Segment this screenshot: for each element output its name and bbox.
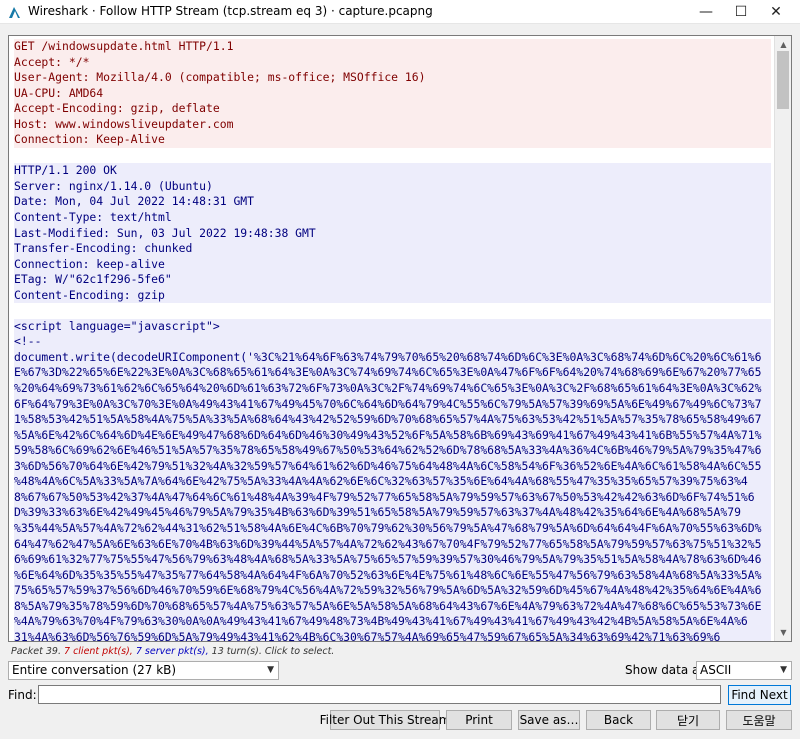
save-as-button[interactable]: Save as… (518, 710, 580, 730)
stream-line: Connection: keep-alive (14, 256, 771, 273)
chevron-down-icon: ▼ (780, 665, 787, 675)
show-data-select-value: ASCII (700, 663, 732, 677)
vertical-scrollbar[interactable]: ▲ ▼ (774, 36, 791, 641)
server-response-headers: HTTP/1.1 200 OK Server: nginx/1.14.0 (Ubu… (14, 163, 771, 304)
wireshark-fin-icon (9, 7, 20, 18)
stream-line: %5A%6E%42%6C%64%6D%4E%6E%49%47%68%6D%64%… (14, 427, 771, 444)
stream-line: ETag: W/"62c1f296-5fe6" (14, 272, 771, 288)
conversation-select[interactable]: Entire conversation (27 kB) ▼ (8, 661, 279, 680)
stream-line: Last-Modified: Sun, 03 Jul 2022 19:48:38… (14, 225, 771, 242)
stream-line: 1%58%53%42%51%5A%58%4A%75%5A%33%5A%68%64… (14, 412, 771, 428)
stream-line: 8%67%67%50%53%42%37%4A%47%64%6C%61%48%4A… (14, 489, 771, 506)
stream-line: 8%5A%79%35%78%59%6D%70%68%65%57%4A%75%63… (14, 598, 771, 615)
stream-line: HTTP/1.1 200 OK (14, 163, 771, 179)
close-icon: ✕ (770, 4, 782, 20)
stream-text-area[interactable]: GET /windowsupdate.html HTTP/1.1 Accept: … (8, 35, 792, 642)
close-window-button[interactable]: ✕ (757, 0, 795, 24)
stream-line: User-Agent: Mozilla/4.0 (compatible; ms-… (14, 70, 771, 86)
show-data-label: Show data as (625, 663, 706, 677)
stream-line: %48%4A%6C%5A%33%5A%7A%64%6E%42%75%5A%33%… (14, 474, 771, 490)
server-response-body: <script language="javascript"> <!-- docume… (14, 318, 771, 641)
stream-line: E%67%3D%22%65%6E%22%3E%0A%3C%68%65%61%64… (14, 365, 771, 382)
stream-line: Accept: */* (14, 54, 771, 71)
stream-line: %35%44%5A%57%4A%72%62%44%31%62%51%58%4A%… (14, 520, 771, 537)
turn-count: 13 turn(s). Click to select. (211, 646, 335, 657)
filter-out-stream-button[interactable]: Filter Out This Stream (320, 710, 450, 730)
stream-line: document.write(decodeURIComponent('%3C%2… (14, 349, 771, 366)
back-button[interactable]: Back (586, 710, 651, 730)
stream-line: 6F%64%79%3E%0A%3C%70%3E%0A%49%43%41%67%4… (14, 396, 771, 413)
client-request-block: GET /windowsupdate.html HTTP/1.1 Accept: … (14, 39, 771, 148)
stream-line: Connection: Keep-Alive (14, 132, 771, 148)
help-button[interactable]: 도움말 (726, 710, 792, 730)
stream-line: 64%47%62%47%5A%6E%63%6E%70%4B%63%6D%39%4… (14, 536, 771, 553)
stream-line: Transfer-Encoding: chunked (14, 241, 771, 257)
minimize-button[interactable]: — (687, 0, 725, 24)
stream-line: 59%58%6C%69%62%6E%46%51%5A%57%35%78%65%5… (14, 443, 771, 459)
print-button[interactable]: Print (446, 710, 512, 730)
stream-line: Server: nginx/1.14.0 (Ubuntu) (14, 178, 771, 195)
maximize-icon: ☐ (734, 4, 748, 20)
show-data-select[interactable]: ASCII ▼ (696, 661, 792, 680)
stream-line: Content-Type: text/html (14, 210, 771, 226)
stream-line: Date: Mon, 04 Jul 2022 14:48:31 GMT (14, 194, 771, 211)
find-label: Find: (8, 688, 37, 702)
stream-line: Content-Encoding: gzip (14, 287, 771, 304)
stream-line: UA-CPU: AMD64 (14, 85, 771, 102)
server-packet-count: 7 server pkt(s), (135, 646, 212, 657)
scrollbar-thumb[interactable] (777, 51, 789, 109)
find-input[interactable] (38, 685, 721, 704)
stream-line: GET /windowsupdate.html HTTP/1.1 (14, 39, 771, 55)
conversation-select-value: Entire conversation (27 kB) (12, 663, 177, 677)
scroll-down-arrow-icon[interactable]: ▼ (775, 624, 791, 641)
client-packet-count: 7 client pkt(s), (64, 646, 136, 657)
title-bar: Wireshark · Follow HTTP Stream (tcp.stre… (0, 0, 800, 24)
find-next-button[interactable]: Find Next (728, 685, 791, 705)
stream-line: 75%65%57%59%37%56%6D%46%70%59%6E%68%79%4… (14, 583, 771, 599)
stream-line: 31%4A%63%6D%56%76%59%6D%5A%79%49%43%41%6… (14, 629, 771, 641)
stream-line: Accept-Encoding: gzip, deflate (14, 101, 771, 117)
stream-line: Host: www.windowsliveupdater.com (14, 116, 771, 133)
packet-info-prefix: Packet 39. (11, 646, 64, 657)
chevron-down-icon: ▼ (267, 665, 274, 675)
stream-line: %20%64%69%73%61%62%6C%65%64%20%6D%61%63%… (14, 381, 771, 397)
stream-line: <!-- (14, 334, 771, 350)
minimize-icon: — (699, 4, 713, 20)
stream-line: 3%6D%56%70%64%6E%42%79%51%32%4A%32%59%57… (14, 458, 771, 475)
stream-line: <script language="javascript"> (14, 318, 771, 335)
stream-content: GET /windowsupdate.html HTTP/1.1 Accept: … (14, 39, 771, 641)
maximize-button[interactable]: ☐ (722, 0, 760, 24)
close-button[interactable]: 닫기 (656, 710, 720, 730)
packet-info: Packet 39. 7 client pkt(s), 7 server pkt… (11, 646, 334, 657)
stream-line: %6E%64%6D%35%35%55%47%35%77%64%58%4A%64%… (14, 567, 771, 584)
window-title: Wireshark · Follow HTTP Stream (tcp.stre… (28, 4, 433, 18)
stream-line: %4A%79%63%70%4F%79%63%30%0A%0A%49%43%41%… (14, 614, 771, 630)
stream-line: D%39%33%63%6E%42%49%45%46%79%5A%79%35%4B… (14, 505, 771, 521)
stream-line: 6%69%61%32%77%75%55%47%56%79%63%48%4A%68… (14, 552, 771, 568)
